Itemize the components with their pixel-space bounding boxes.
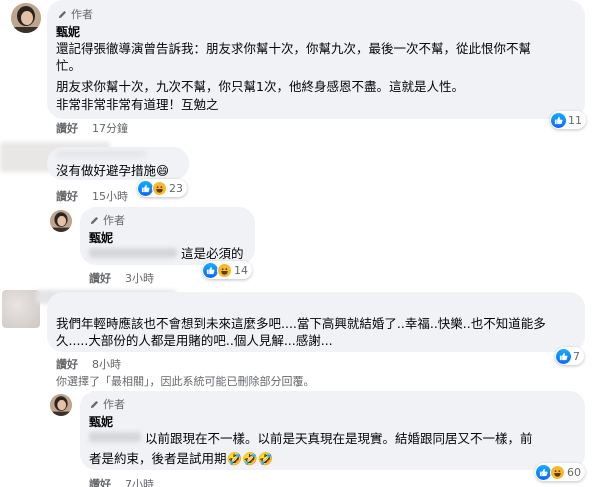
- reaction-count: 11: [568, 113, 582, 127]
- commenter-name-redacted: [56, 150, 146, 158]
- like-reaction-icon: [536, 464, 551, 480]
- like-button[interactable]: 讚好: [56, 188, 78, 204]
- avatar-photo: [11, 3, 41, 33]
- comment-actions: 讚好 7小時: [89, 476, 154, 487]
- author-tag: 作者: [71, 8, 93, 21]
- timestamp[interactable]: 3小時: [125, 270, 154, 286]
- mentioned-name-redacted: [89, 432, 141, 442]
- commenter-name[interactable]: 甄妮: [56, 23, 80, 40]
- reaction-badge[interactable]: 11: [550, 111, 586, 129]
- comment-text-line: 朋友求你幫十次，九次不幫，你只幫1次，他終身感恩不盡。這就是人性。: [56, 79, 464, 94]
- comment-text-line: 非常非常非常有道理！互勉之: [56, 97, 219, 112]
- pencil-icon: [58, 10, 66, 18]
- comment-text-line: 還記得張徹導演曾告訴我：朋友求你幫十次，你幫九次，最後一次不幫，從此恨你不幫: [56, 41, 532, 56]
- reaction-badge[interactable]: 23: [137, 179, 187, 197]
- like-reaction-icon: [138, 180, 153, 196]
- timestamp[interactable]: 15小時: [92, 188, 128, 204]
- avatar-photo: [50, 210, 72, 232]
- haha-reaction-icon: [550, 464, 565, 480]
- like-reaction-icon: [203, 262, 218, 278]
- comment-text-line: 以前跟現在不一樣。以前是天真現在是現實。結婚跟同居又不一樣，前: [145, 431, 533, 446]
- mentioned-name-redacted: [89, 248, 177, 258]
- filter-notice: 你選擇了「最相關」，因此系統可能已刪除部分回覆。: [56, 375, 315, 388]
- like-button[interactable]: 讚好: [56, 356, 78, 372]
- author-tag: 作者: [103, 214, 125, 227]
- author-avatar[interactable]: [11, 3, 41, 33]
- reaction-badge[interactable]: 60: [535, 463, 585, 481]
- comment-text-line: 忙。: [56, 58, 82, 73]
- comment-text-line: 久.....大部份的人都是用賭的吧..個人見解...感謝...: [56, 333, 333, 348]
- author-avatar[interactable]: [50, 210, 72, 232]
- author-badge: 作者: [57, 6, 93, 22]
- comment-actions: 讚好 17分鐘: [56, 120, 128, 136]
- comment-text-line: 我們年輕時應該也不會想到未來這麼多吧....當下高興就結婚了..幸福..快樂..…: [56, 316, 546, 331]
- haha-reaction-icon: [217, 262, 232, 278]
- comment-actions: 讚好 3小時: [89, 270, 154, 286]
- timestamp[interactable]: 17分鐘: [92, 120, 128, 136]
- reaction-count: 60: [567, 465, 581, 479]
- reaction-count: 23: [169, 181, 183, 195]
- reaction-count: 7: [573, 349, 580, 363]
- reaction-badge[interactable]: 7: [555, 347, 584, 365]
- reaction-badge[interactable]: 14: [202, 261, 252, 279]
- comment-actions: 讚好 15小時: [56, 188, 128, 204]
- like-reaction-icon: [556, 348, 571, 364]
- like-button[interactable]: 讚好: [89, 476, 111, 487]
- avatar-photo: [50, 394, 72, 416]
- comment-text-line: 者是約束，後者是試用期🤣🤣🤣: [89, 451, 274, 466]
- haha-reaction-icon: [152, 180, 167, 196]
- author-badge: 作者: [89, 212, 125, 228]
- pencil-icon: [90, 400, 98, 408]
- like-button[interactable]: 讚好: [56, 120, 78, 136]
- commenter-avatar-redacted[interactable]: [2, 290, 40, 328]
- like-button[interactable]: 讚好: [89, 270, 111, 286]
- reaction-count: 14: [234, 263, 248, 277]
- comment-text: 沒有做好避孕措施😄: [56, 163, 170, 178]
- commenter-name[interactable]: 甄妮: [89, 413, 113, 430]
- comment-text: 這是必須的: [181, 246, 244, 261]
- timestamp[interactable]: 8小時: [92, 356, 121, 372]
- timestamp[interactable]: 7小時: [125, 476, 154, 487]
- pencil-icon: [90, 216, 98, 224]
- like-reaction-icon: [551, 112, 566, 128]
- author-tag: 作者: [103, 398, 125, 411]
- comment-actions: 讚好 8小時: [56, 356, 121, 372]
- commenter-name[interactable]: 甄妮: [89, 229, 113, 246]
- author-avatar[interactable]: [50, 394, 72, 416]
- author-badge: 作者: [89, 396, 125, 412]
